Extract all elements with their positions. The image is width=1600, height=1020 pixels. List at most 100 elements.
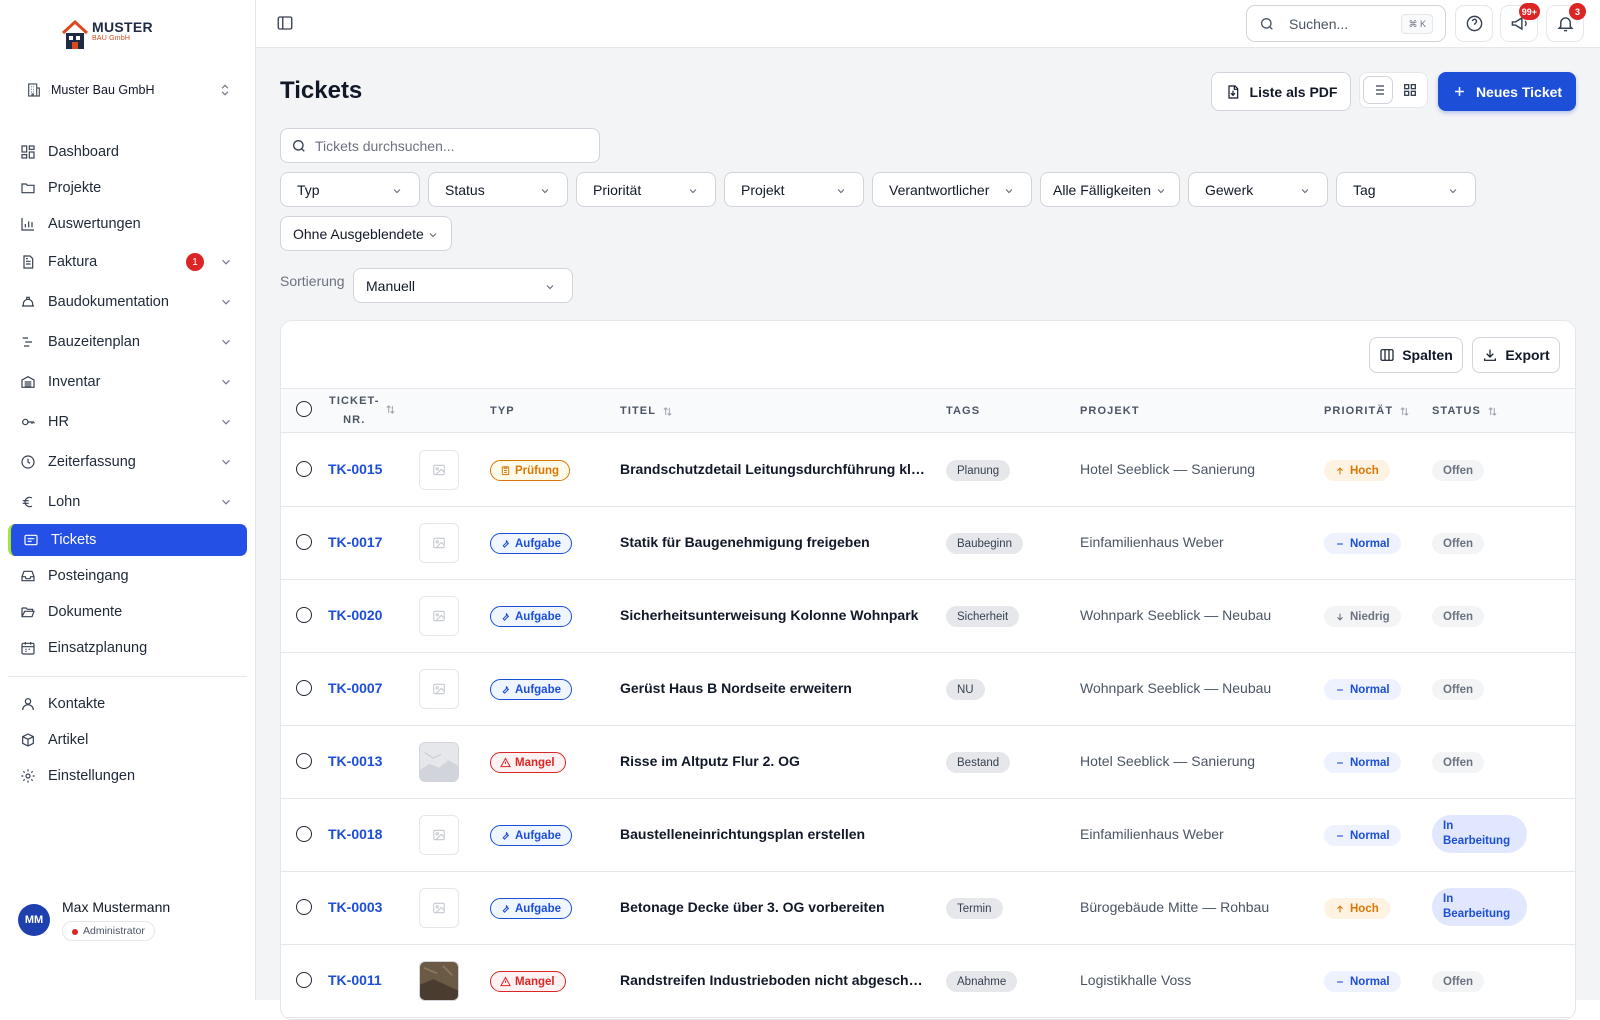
sidebar-item-auswertungen[interactable]: Auswertungen: [8, 208, 247, 240]
ticket-title[interactable]: Sicherheitsunterweisung Kolonne Wohnpark: [620, 607, 925, 623]
ticket-title[interactable]: Betonage Decke über 3. OG vorbereiten: [620, 899, 925, 915]
filter-faelligkeiten[interactable]: Alle Fälligkeiten: [1040, 172, 1180, 207]
new-ticket-button[interactable]: Neues Ticket: [1438, 72, 1576, 111]
ticket-thumbnail[interactable]: [419, 815, 459, 855]
table-row[interactable]: TK-0018AufgabeBaustelleneinrichtungsplan…: [281, 799, 1575, 872]
filter-status[interactable]: Status: [428, 172, 568, 207]
ticket-search-input[interactable]: Tickets durchsuchen...: [280, 128, 600, 163]
ticket-title[interactable]: Baustelleneinrichtungsplan erstellen: [620, 826, 925, 842]
sidebar-item-baudokumentation[interactable]: Baudokumentation: [8, 286, 247, 318]
filter-ausgeblendete[interactable]: Ohne Ausgeblendete: [280, 216, 452, 251]
sidebar-item-zeiterfassung[interactable]: Zeiterfassung: [8, 446, 247, 478]
sidebar-item-bauzeitenplan[interactable]: Bauzeitenplan: [8, 326, 247, 358]
sidebar-item-dashboard[interactable]: Dashboard: [8, 136, 247, 168]
row-checkbox[interactable]: [296, 461, 312, 477]
filter-gewerk[interactable]: Gewerk: [1188, 172, 1328, 207]
ticket-thumbnail[interactable]: [419, 888, 459, 928]
ticket-title[interactable]: Risse im Altputz Flur 2. OG: [620, 753, 925, 769]
clock-icon: [20, 454, 36, 470]
ticket-thumbnail[interactable]: [419, 961, 459, 1001]
ticket-priority-badge: Normal: [1324, 971, 1401, 992]
sidebar-item-label: Posteingang: [48, 568, 129, 584]
ticket-number-link[interactable]: TK-0003: [328, 899, 382, 915]
filter-verantwortlicher[interactable]: Verantwortlicher: [872, 172, 1032, 207]
row-checkbox[interactable]: [296, 680, 312, 696]
ticket-number-link[interactable]: TK-0011: [328, 972, 382, 988]
list-as-pdf-label: Liste als PDF: [1250, 84, 1338, 100]
ticket-thumbnail[interactable]: [419, 450, 459, 490]
filter-typ[interactable]: Typ: [280, 172, 420, 207]
row-checkbox[interactable]: [296, 972, 312, 988]
sidebar-item-artikel[interactable]: Artikel: [8, 724, 247, 756]
list-view-button[interactable]: [1364, 77, 1392, 103]
filter-prioritaet[interactable]: Priorität: [576, 172, 716, 207]
messages-count-badge: 99+: [1519, 3, 1540, 20]
row-checkbox[interactable]: [296, 753, 312, 769]
filter-label: Projekt: [741, 182, 785, 198]
ticket-title[interactable]: Randstreifen Industrieboden nicht abgesc…: [620, 972, 925, 988]
sidebar-item-projekte[interactable]: Projekte: [8, 172, 247, 204]
company-logo[interactable]: MUSTER BAU GmbH: [62, 20, 153, 50]
header-status[interactable]: STATUS: [1432, 405, 1498, 417]
ticket-project: Logistikhalle Voss: [1080, 972, 1191, 988]
sidebar-item-einsatzplanung[interactable]: Einsatzplanung: [8, 632, 247, 664]
row-checkbox[interactable]: [296, 899, 312, 915]
ticket-number-link[interactable]: TK-0017: [328, 534, 382, 550]
table-row[interactable]: TK-0020AufgabeSicherheitsunterweisung Ko…: [281, 580, 1575, 653]
ticket-title[interactable]: Brandschutzdetail Leitungsdurchführung k…: [620, 461, 925, 477]
ticket-number-link[interactable]: TK-0018: [328, 826, 382, 842]
sidebar-item-lohn[interactable]: Lohn: [8, 486, 247, 518]
select-all-checkbox[interactable]: [296, 401, 312, 417]
ticket-number-link[interactable]: TK-0020: [328, 607, 382, 623]
sidebar-item-kontakte[interactable]: Kontakte: [8, 688, 247, 720]
header-ticket-nr[interactable]: TICKET- NR.: [329, 392, 379, 430]
sidebar-item-hr[interactable]: HR: [8, 406, 247, 438]
header-label: TYP: [490, 405, 515, 417]
ticket-title[interactable]: Statik für Baugenehmigung freigeben: [620, 534, 925, 550]
table-row[interactable]: TK-0017AufgabeStatik für Baugenehmigung …: [281, 507, 1575, 580]
company-switcher[interactable]: Muster Bau GmbH: [26, 78, 232, 102]
sort-icon: [385, 404, 396, 415]
list-as-pdf-button[interactable]: Liste als PDF: [1211, 72, 1351, 111]
notifications-button[interactable]: 3: [1546, 5, 1584, 42]
ticket-number-link[interactable]: TK-0007: [328, 680, 382, 696]
header-prioritaet[interactable]: PRIORITÄT: [1324, 405, 1410, 417]
sidebar-item-tickets[interactable]: Tickets: [8, 524, 247, 556]
ticket-thumbnail[interactable]: [419, 669, 459, 709]
table-row[interactable]: TK-0011MangelRandstreifen Industrieboden…: [281, 945, 1575, 1018]
sort-label: Sortierung: [280, 273, 345, 289]
toggle-sidebar-button[interactable]: [276, 14, 294, 32]
ticket-number-link[interactable]: TK-0015: [328, 461, 382, 477]
header-titel[interactable]: TITEL: [620, 405, 673, 417]
sidebar-item-einstellungen[interactable]: Einstellungen: [8, 760, 247, 792]
grid-view-button[interactable]: [1396, 77, 1424, 103]
global-search-input[interactable]: Suchen... ⌘ K: [1246, 5, 1446, 42]
sidebar-item-posteingang[interactable]: Posteingang: [8, 560, 247, 592]
ticket-thumbnail[interactable]: [419, 596, 459, 636]
columns-button[interactable]: Spalten: [1369, 337, 1463, 373]
ticket-number-link[interactable]: TK-0013: [328, 753, 382, 769]
ticket-project: Einfamilienhaus Weber: [1080, 534, 1224, 550]
ticket-type-label: Prüfung: [515, 465, 559, 477]
table-row[interactable]: TK-0015 Prüfung Brandschutzdetail Leitungs…: [281, 434, 1575, 507]
help-button[interactable]: [1455, 5, 1493, 42]
table-row[interactable]: TK-0007AufgabeGerüst Haus B Nordseite er…: [281, 653, 1575, 726]
table-row[interactable]: TK-0003AufgabeBetonage Decke über 3. OG …: [281, 872, 1575, 945]
export-button[interactable]: Export: [1472, 337, 1560, 373]
row-checkbox[interactable]: [296, 607, 312, 623]
sidebar-item-inventar[interactable]: Inventar: [8, 366, 247, 398]
messages-button[interactable]: 99+: [1500, 5, 1538, 42]
sort-select[interactable]: Manuell: [353, 268, 573, 303]
sidebar-item-faktura[interactable]: Faktura 1: [8, 246, 247, 278]
ticket-thumbnail[interactable]: [419, 523, 459, 563]
row-checkbox[interactable]: [296, 826, 312, 842]
ticket-title[interactable]: Gerüst Haus B Nordseite erweitern: [620, 680, 925, 696]
table-row[interactable]: TK-0013MangelRisse im Altputz Flur 2. OG…: [281, 726, 1575, 799]
filter-projekt[interactable]: Projekt: [724, 172, 864, 207]
ticket-status-badge: Offen: [1432, 606, 1484, 627]
row-checkbox[interactable]: [296, 534, 312, 550]
filter-tag[interactable]: Tag: [1336, 172, 1476, 207]
euro-icon: [20, 494, 36, 510]
sidebar-item-dokumente[interactable]: Dokumente: [8, 596, 247, 628]
ticket-thumbnail[interactable]: [419, 742, 459, 782]
